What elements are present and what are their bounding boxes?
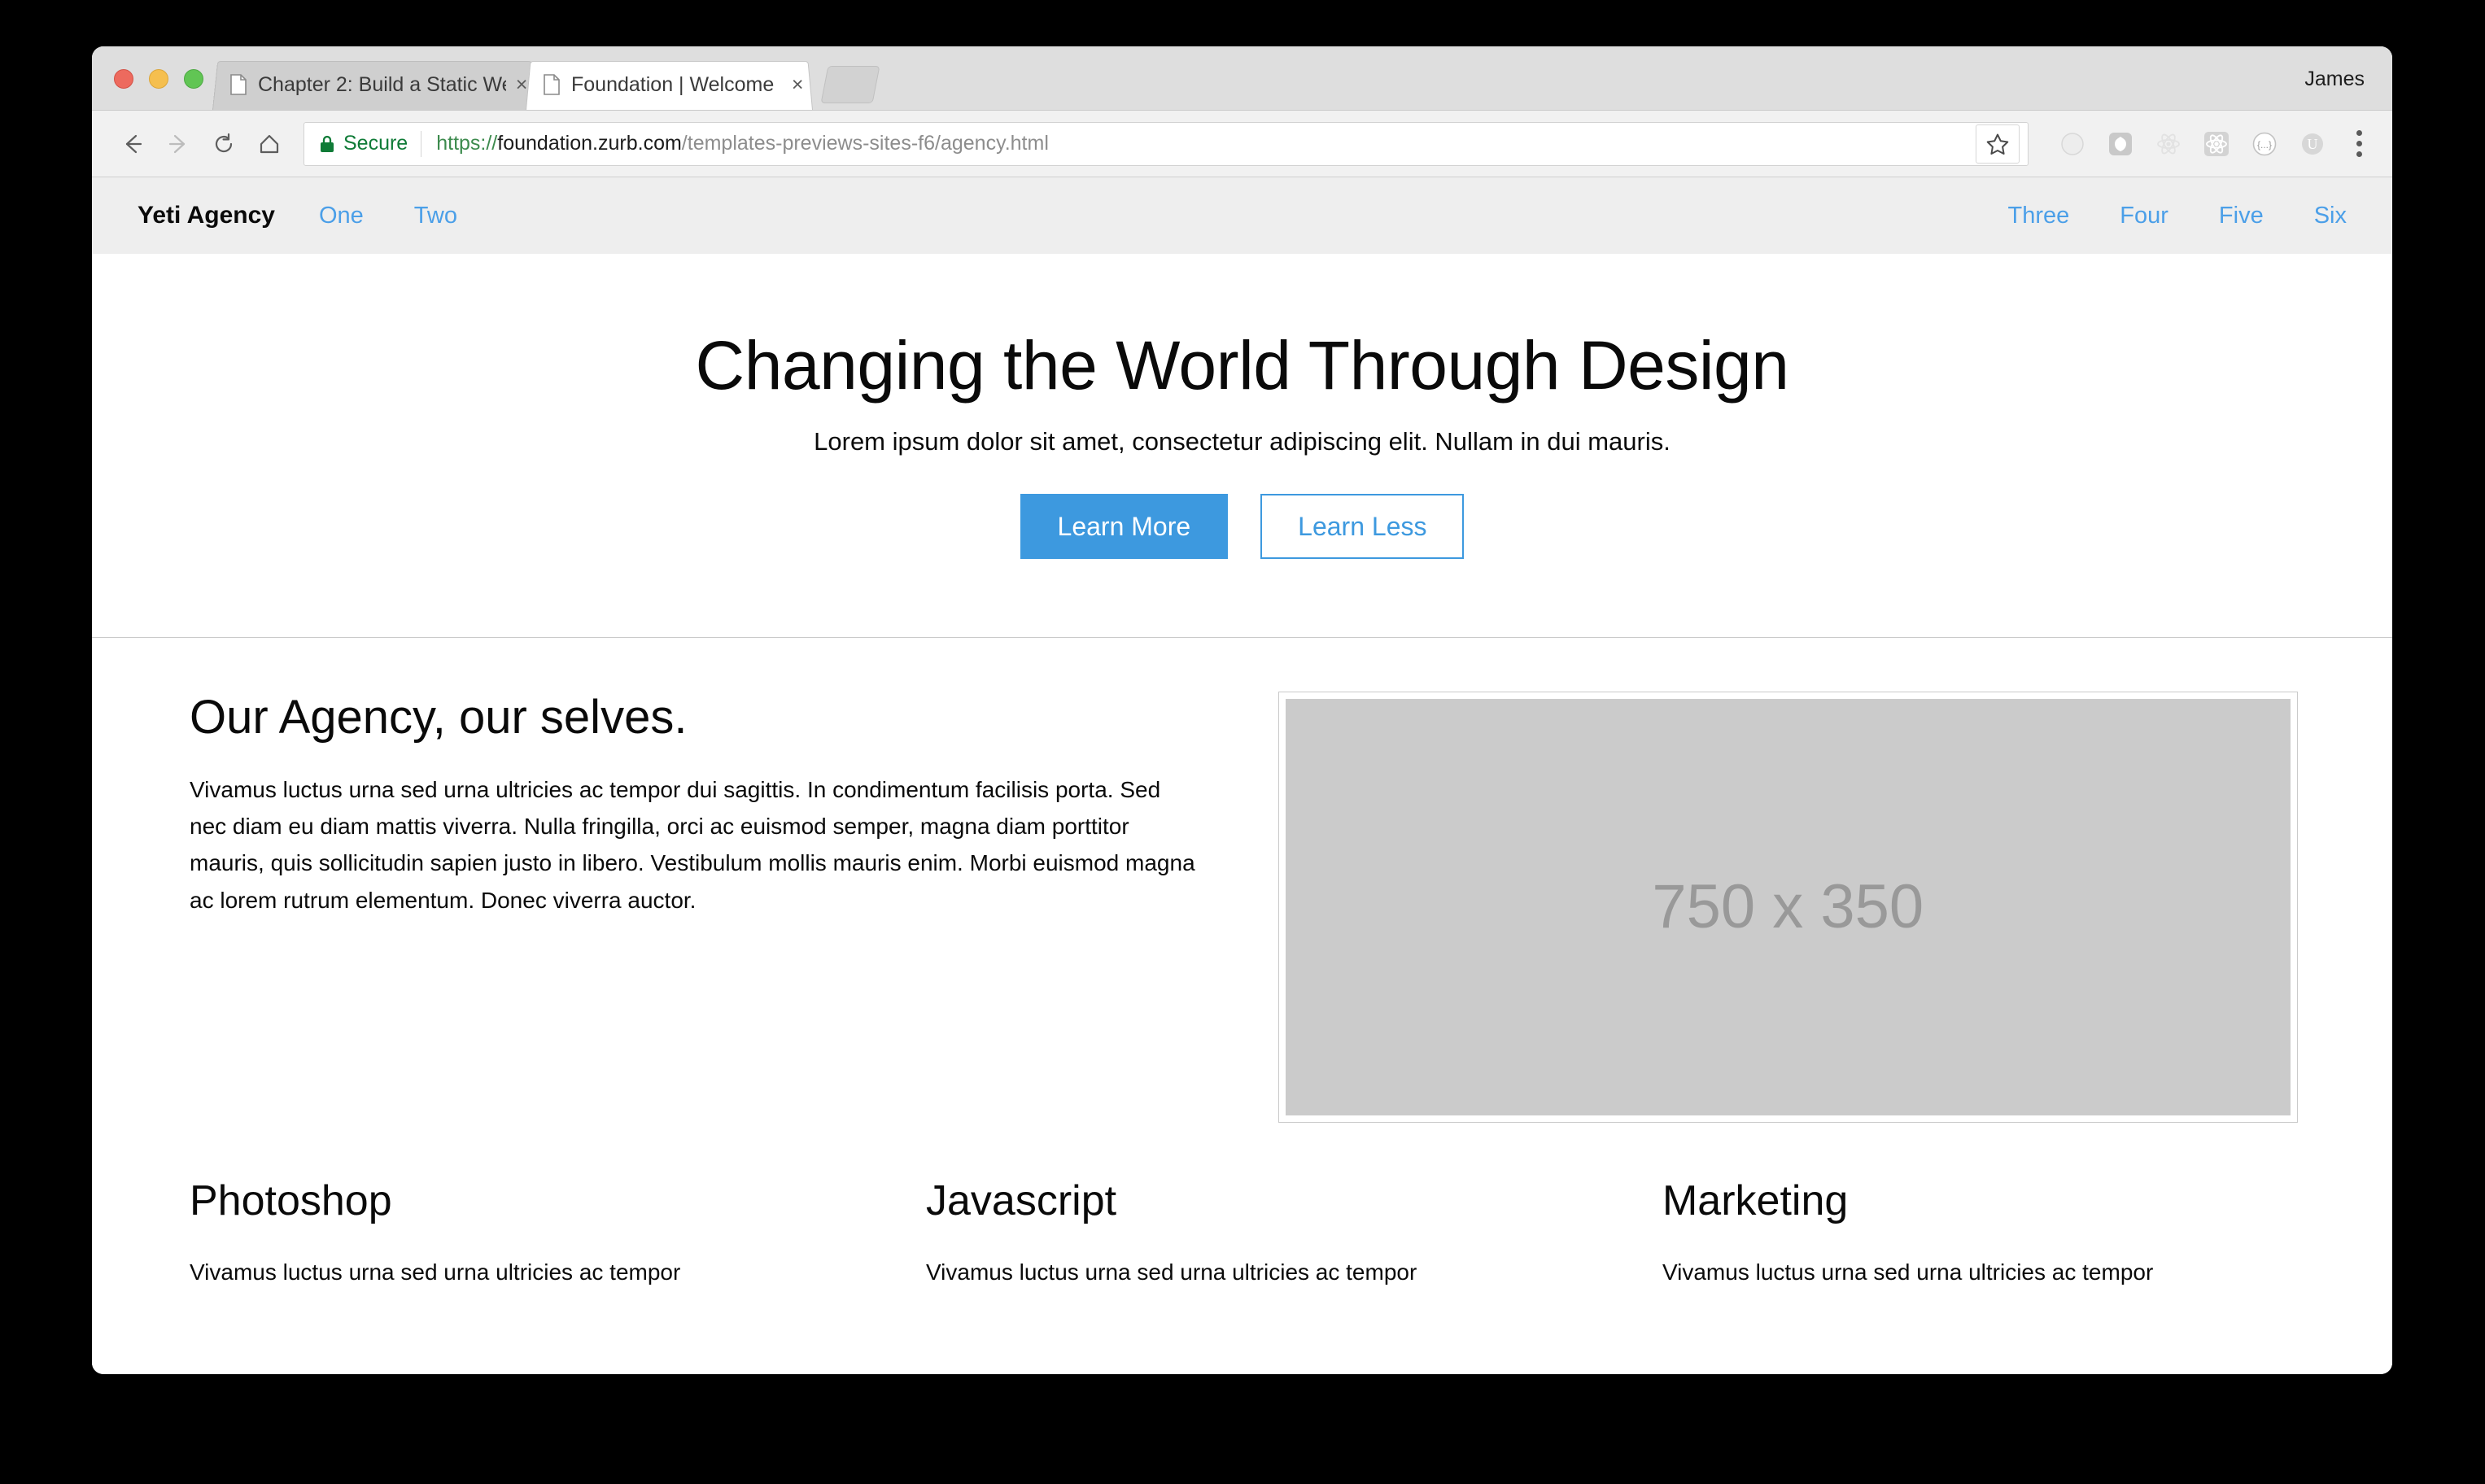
browser-window: Chapter 2: Build a Static Webs × Foundat… (92, 46, 2392, 1374)
minimize-window-button[interactable] (149, 69, 168, 89)
extension-icons: {...} U (2053, 124, 2332, 164)
hero-heading: Changing the World Through Design (695, 327, 1789, 404)
learn-more-button[interactable]: Learn More (1020, 493, 1229, 559)
tab-title: Chapter 2: Build a Static Webs (258, 74, 506, 95)
address-bar[interactable]: Secure https://foundation.zurb.com/templ… (304, 121, 2029, 166)
forward-icon (155, 121, 201, 167)
hero-section: Changing the World Through Design Lorem … (92, 254, 2392, 637)
menu-dot (2356, 151, 2362, 157)
url-host: foundation.zurb.com (497, 132, 682, 155)
react-devtools-inactive-icon[interactable] (2149, 124, 2188, 164)
lock-icon (319, 134, 335, 154)
window-traffic-lights (114, 69, 203, 89)
nav-link-five[interactable]: Five (2194, 203, 2289, 229)
feature-marketing: Marketing Vivamus luctus urna sed urna u… (1610, 1176, 2347, 1291)
page-viewport: Yeti Agency One Two Three Four Five Six … (92, 177, 2392, 1374)
agency-text-column: Our Agency, our selves. Vivamus luctus u… (138, 690, 1242, 1123)
browser-tab-1[interactable]: Chapter 2: Build a Static Webs × (212, 59, 537, 110)
feature-text: Vivamus luctus urna sed urna ultricies a… (925, 1259, 1417, 1285)
hero-subheading: Lorem ipsum dolor sit amet, consectetur … (814, 426, 1670, 456)
bookmark-star-icon[interactable] (1976, 124, 2020, 164)
feature-text: Vivamus luctus urna sed urna ultricies a… (190, 1259, 681, 1285)
home-icon[interactable] (247, 121, 292, 167)
feature-photoshop: Photoshop Vivamus luctus urna sed urna u… (138, 1176, 874, 1291)
agency-section: Our Agency, our selves. Vivamus luctus u… (92, 638, 2392, 1123)
profile-name-label[interactable]: James (2304, 68, 2365, 91)
agency-heading: Our Agency, our selves. (190, 690, 688, 744)
feature-text: Vivamus luctus urna sed urna ultricies a… (1662, 1259, 2154, 1285)
feature-title: Javascript (925, 1176, 1117, 1224)
nav-link-four[interactable]: Four (2094, 203, 2194, 229)
react-devtools-active-icon[interactable] (2197, 124, 2236, 164)
browser-tab-2[interactable]: Foundation | Welcome × (526, 59, 814, 110)
u-extension-icon[interactable]: U (2293, 124, 2332, 164)
json-viewer-icon[interactable]: {...} (2245, 124, 2284, 164)
menu-dot (2356, 141, 2362, 146)
site-top-bar: Yeti Agency One Two Three Four Five Six (92, 177, 2392, 254)
tab-strip: Chapter 2: Build a Static Webs × Foundat… (92, 46, 2392, 111)
feature-javascript: Javascript Vivamus luctus urna sed urna … (874, 1176, 1610, 1291)
agency-paragraph: Vivamus luctus urna sed urna ultricies a… (190, 776, 1195, 913)
nav-link-one[interactable]: One (319, 203, 389, 229)
shield-extension-icon[interactable] (2101, 124, 2140, 164)
site-nav-left: One Two (319, 203, 483, 229)
site-nav-right: Three Four Five Six (1983, 203, 2347, 229)
feature-title: Photoshop (190, 1176, 392, 1224)
image-placeholder: 750 x 350 (1285, 698, 2291, 1115)
url-scheme: https:// (436, 132, 498, 155)
agency-row: Our Agency, our selves. Vivamus luctus u… (138, 690, 2347, 1123)
close-window-button[interactable] (114, 69, 133, 89)
agency-image-frame: 750 x 350 (1277, 691, 2298, 1123)
tab-title: Foundation | Welcome (571, 74, 775, 95)
browser-menu-icon[interactable] (2340, 123, 2378, 165)
menu-dot (2356, 130, 2362, 136)
reload-icon[interactable] (201, 121, 247, 167)
page-icon (544, 74, 560, 95)
features-row: Photoshop Vivamus luctus urna sed urna u… (92, 1123, 2392, 1291)
agency-image-column: 750 x 350 (1242, 691, 2347, 1123)
svg-text:U: U (2308, 136, 2318, 152)
tab-list: Chapter 2: Build a Static Webs × Foundat… (212, 46, 880, 110)
browser-toolbar: Secure https://foundation.zurb.com/templ… (92, 111, 2392, 177)
circle-extension-icon[interactable] (2053, 124, 2092, 164)
hero-button-group: Learn More Learn Less (92, 493, 2392, 559)
nav-link-three[interactable]: Three (1983, 203, 2095, 229)
feature-title: Marketing (1662, 1176, 1849, 1224)
nav-link-two[interactable]: Two (389, 203, 483, 229)
svg-text:{...}: {...} (2257, 139, 2272, 151)
secure-label: Secure (343, 132, 408, 155)
nav-link-six[interactable]: Six (2289, 203, 2347, 229)
maximize-window-button[interactable] (184, 69, 203, 89)
back-icon[interactable] (110, 121, 155, 167)
url-text: https://foundation.zurb.com/templates-pr… (436, 132, 1971, 155)
page-icon (230, 74, 247, 95)
tab-close-icon[interactable]: × (787, 74, 808, 95)
site-brand[interactable]: Yeti Agency (138, 202, 275, 229)
new-tab-button[interactable] (820, 66, 880, 103)
url-path: /templates-previews-sites-f6/agency.html (681, 132, 1049, 155)
learn-less-button[interactable]: Learn Less (1260, 493, 1465, 559)
